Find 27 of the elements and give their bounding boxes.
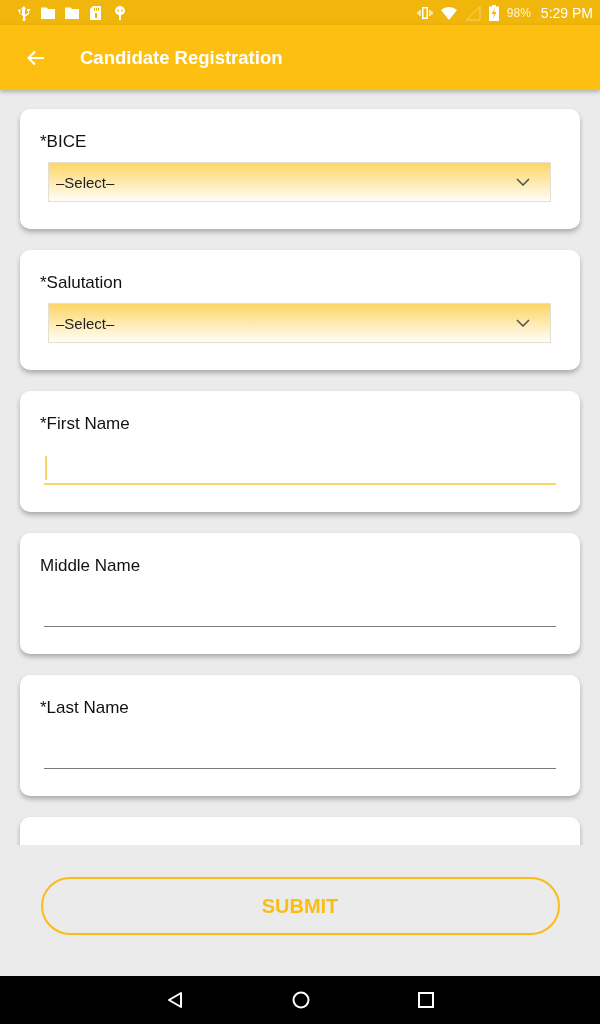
dropdown-value: –Select– — [56, 314, 116, 332]
home-button[interactable] — [292, 991, 310, 1009]
usb-icon — [16, 4, 32, 21]
field-label: *Salutation — [40, 273, 123, 293]
field-label: *First Name — [40, 414, 130, 434]
recents-icon — [418, 992, 434, 1008]
dropdown-field[interactable]: –Select– — [48, 303, 551, 343]
battery-percent: 98% — [506, 5, 531, 20]
back-icon — [166, 991, 184, 1009]
field-label: *Last Name — [40, 698, 129, 718]
dropdown-field[interactable]: –Select– — [48, 162, 551, 202]
sd-card-icon — [88, 4, 104, 21]
wifi-icon — [440, 4, 457, 21]
back-button[interactable] — [166, 991, 184, 1009]
vibrate-icon — [416, 4, 433, 21]
screen-title: Candidate Registration — [80, 46, 283, 69]
field-label: Middle Name — [40, 556, 141, 576]
home-icon — [292, 991, 310, 1009]
pin-icon — [112, 4, 128, 21]
chevron-down-icon — [516, 319, 530, 327]
recents-button[interactable] — [418, 992, 434, 1008]
field-label: *BICE — [40, 132, 87, 152]
signal-icon — [464, 4, 481, 21]
dropdown-value: –Select– — [56, 173, 116, 191]
battery-charging-icon — [488, 4, 499, 21]
chevron-down-icon — [516, 178, 530, 186]
clock-time: 5:29 PM — [540, 4, 593, 21]
